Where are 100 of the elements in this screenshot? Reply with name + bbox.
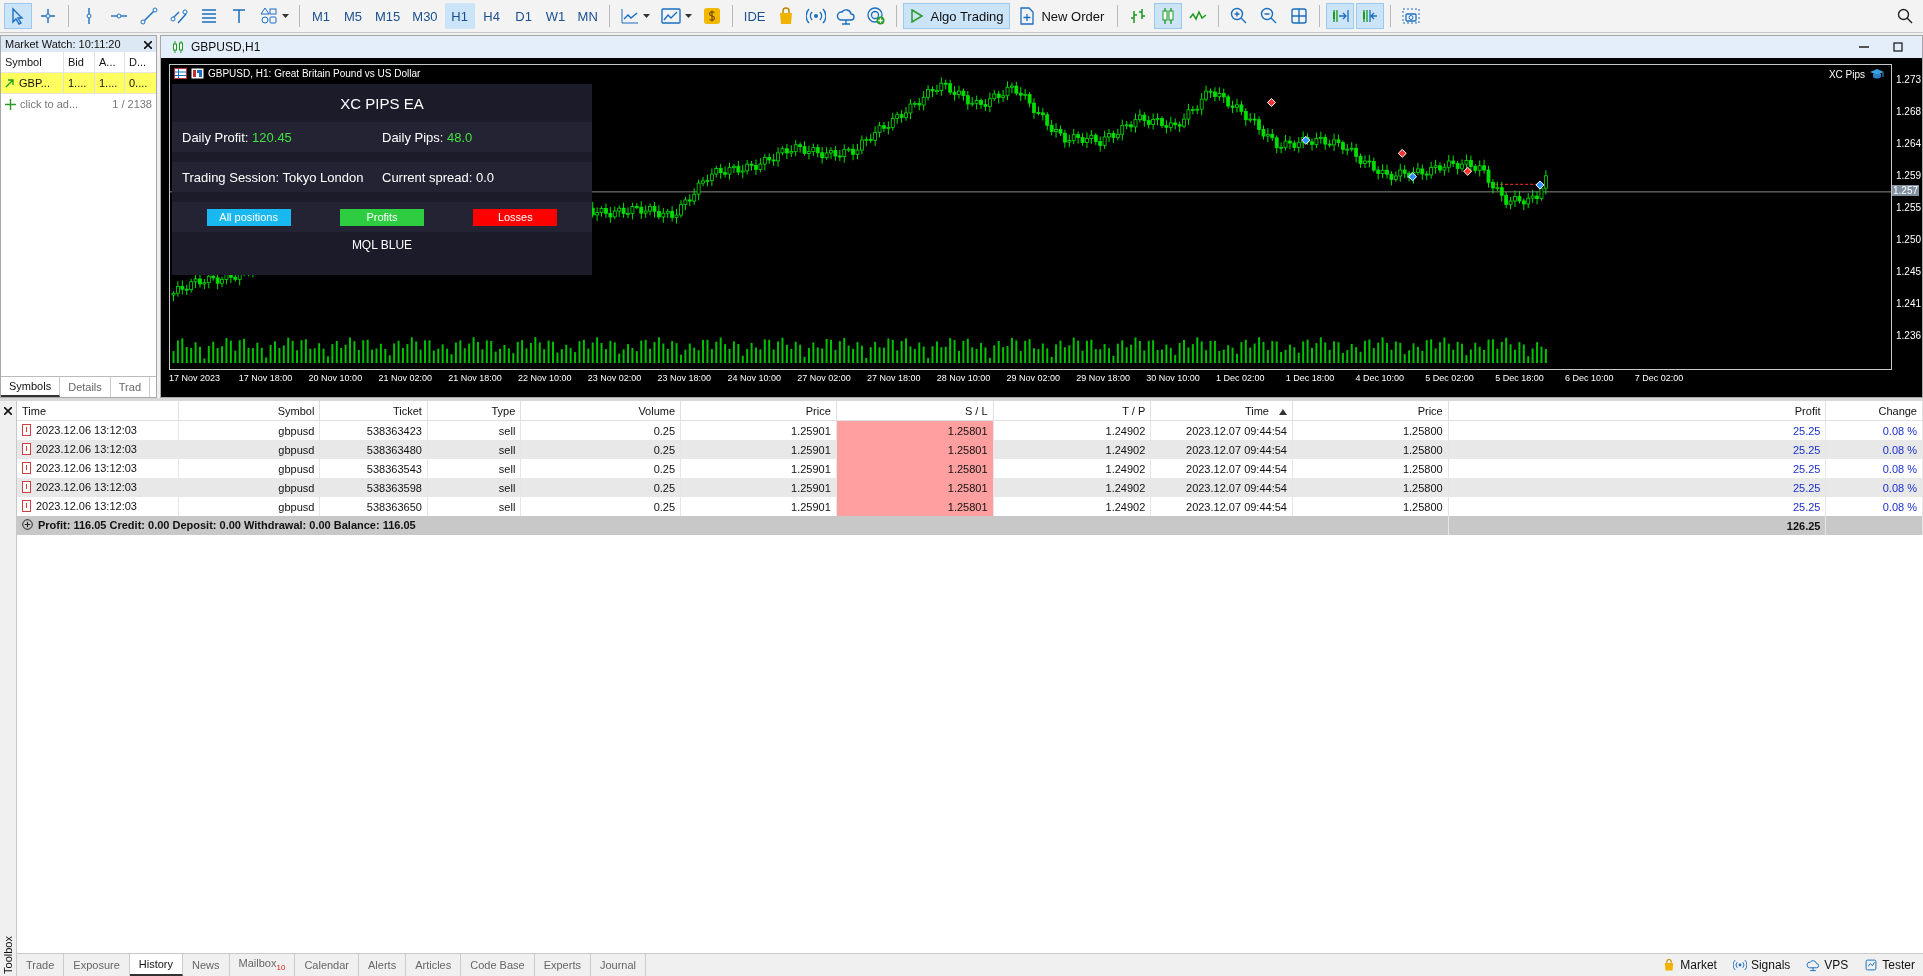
table-cell: 1.25801 xyxy=(836,440,994,459)
column-header[interactable]: Time xyxy=(17,401,179,421)
trade-marker-icon xyxy=(1266,98,1276,107)
cursor-tool-button[interactable] xyxy=(4,3,32,29)
time-label: 1 Dec 18:00 xyxy=(1285,373,1336,383)
column-header[interactable]: Volume xyxy=(520,401,681,421)
vps-link[interactable]: VPS xyxy=(1798,958,1857,972)
table-cell: 0.25 xyxy=(520,478,681,497)
panel-tab[interactable]: Symbols xyxy=(1,377,61,397)
toolbox-tab[interactable]: News xyxy=(183,954,230,976)
order-icon xyxy=(22,499,31,512)
order-icon xyxy=(22,461,31,474)
time-label: 24 Nov 10:00 xyxy=(727,373,782,383)
column-header[interactable]: Time xyxy=(1150,401,1293,421)
timeframe-button[interactable]: MN xyxy=(572,3,603,29)
toolbox-tab[interactable]: Journal xyxy=(590,954,646,976)
price-label: 1.241 xyxy=(1896,298,1922,309)
table-cell: 0.08 % xyxy=(1825,478,1923,497)
timeframe-button[interactable]: D1 xyxy=(508,3,539,29)
total-profit: 126.25 xyxy=(1448,516,1826,535)
filter-button[interactable]: Losses xyxy=(473,208,558,226)
column-header[interactable]: A... xyxy=(95,52,125,72)
order-icon xyxy=(22,423,31,436)
toolbox-tab[interactable]: Calendar xyxy=(295,954,359,976)
table-cell: 2023.12.06 13:12:03 xyxy=(17,478,179,497)
broadcast-icon xyxy=(806,6,827,26)
column-header[interactable]: Bid xyxy=(64,52,95,72)
ide-button[interactable]: IDE xyxy=(738,3,771,29)
column-header[interactable]: T / P xyxy=(993,401,1151,421)
crosshair-icon xyxy=(38,6,58,26)
column-header[interactable]: Price xyxy=(680,401,837,421)
candles-button[interactable] xyxy=(1154,3,1183,29)
table-cell: 1.25800 xyxy=(1292,440,1449,459)
toolbox-tab[interactable]: Alerts xyxy=(359,954,407,976)
shapes-icon xyxy=(259,6,279,26)
table-cell: gbpusd xyxy=(178,440,320,459)
dollar-coin-icon xyxy=(701,6,722,26)
stat-text: Daily Profit: 120.45 xyxy=(182,129,293,145)
symbol-row[interactable]: GBP... 1.... 1.... 0.... xyxy=(1,73,156,94)
new-order-button[interactable]: New Order xyxy=(1012,3,1112,29)
minimize-icon xyxy=(1859,46,1869,48)
time-label: 4 Dec 10:00 xyxy=(1355,373,1406,383)
trend-line-icon xyxy=(139,6,159,26)
time-label: 27 Nov 02:00 xyxy=(797,373,852,383)
signals-link[interactable]: Signals xyxy=(1724,958,1799,972)
autoscroll-button[interactable] xyxy=(1326,3,1355,29)
tester-link[interactable]: Tester xyxy=(1856,958,1923,972)
algo-trading-button[interactable]: Algo Trading xyxy=(903,3,1011,29)
time-label: 30 Nov 10:00 xyxy=(1146,373,1201,383)
graduation-cap-icon xyxy=(1869,68,1885,80)
panel-tab[interactable]: Trad xyxy=(110,377,151,397)
column-header[interactable]: Change xyxy=(1825,401,1923,421)
column-header[interactable]: Symbol xyxy=(1,52,64,72)
table-cell: 25.25 xyxy=(1448,440,1826,459)
plus-icon xyxy=(5,98,16,110)
timeframe-button[interactable]: M30 xyxy=(407,3,443,29)
column-header[interactable]: Ticket xyxy=(319,401,428,421)
daily-change-value: 0.... xyxy=(128,76,149,91)
column-header[interactable]: Type xyxy=(427,401,521,421)
table-cell: 2023.12.06 13:12:03 xyxy=(17,440,179,459)
chart-shift-button[interactable] xyxy=(1356,3,1385,29)
toolbox-tab[interactable]: Trade xyxy=(17,954,65,976)
symbol-count: 1 / 2138 xyxy=(112,98,152,110)
order-icon xyxy=(22,480,31,493)
candlestick-icon xyxy=(171,40,185,54)
caret-icon xyxy=(642,13,650,19)
toolbox-tab[interactable]: Exposure xyxy=(64,954,130,976)
timeframe-button[interactable]: W1 xyxy=(540,3,571,29)
column-header[interactable]: S / L xyxy=(836,401,994,421)
table-cell: 538363598 xyxy=(319,478,428,497)
add-symbol-link[interactable]: click to ad... xyxy=(20,98,109,110)
toolbox-tab[interactable]: Mailbox$_{10}$ xyxy=(229,954,296,976)
column-header[interactable]: Symbol xyxy=(178,401,320,421)
time-label: 23 Nov 02:00 xyxy=(587,373,643,383)
symbol-name: GBP... xyxy=(19,77,50,89)
toolbox-tab[interactable]: Experts xyxy=(534,954,591,976)
order-icon xyxy=(22,442,31,455)
table-cell: 1.25801 xyxy=(836,459,994,478)
timeframe-button[interactable]: M15 xyxy=(370,3,406,29)
market-link[interactable]: Market xyxy=(1654,958,1725,972)
table-cell: 1.25801 xyxy=(836,478,994,497)
timeframe-button[interactable]: H4 xyxy=(476,3,507,29)
column-header[interactable]: Profit xyxy=(1448,401,1826,421)
table-cell: 2023.12.07 09:44:54 xyxy=(1150,478,1293,497)
bid-value: 1.... xyxy=(64,73,95,93)
timeframe-button[interactable]: H1 xyxy=(444,3,475,29)
price-chart[interactable]: GBPUSD, H1: Great Britain Pound vs US Dollar XC Pips XC PIPS EA Daily Profit: 120.45 Daily Pips: 48.0 Trading Session: Tokyo London Current spread: 0.0 All positions Profits Losses MQL BLUE xyxy=(169,64,1892,370)
toolbox-tab[interactable]: History xyxy=(129,954,184,976)
time-label: 17 Nov 18:00 xyxy=(238,373,294,383)
stat-text: Daily Pips: 48.0 xyxy=(382,129,474,145)
trade-marker-icon xyxy=(1301,135,1311,145)
timeframe-button[interactable]: M1 xyxy=(306,3,336,29)
timeframe-button[interactable]: M5 xyxy=(338,3,368,29)
column-header[interactable]: D... xyxy=(125,52,156,72)
column-header[interactable]: Price xyxy=(1292,401,1449,421)
toolbox-tab[interactable]: Articles xyxy=(406,954,462,976)
toolbox-tab[interactable]: Code Base xyxy=(461,954,535,976)
grid-icon xyxy=(1289,6,1310,26)
table-cell: gbpusd xyxy=(178,478,320,497)
panel-tab[interactable]: Details xyxy=(60,377,111,397)
